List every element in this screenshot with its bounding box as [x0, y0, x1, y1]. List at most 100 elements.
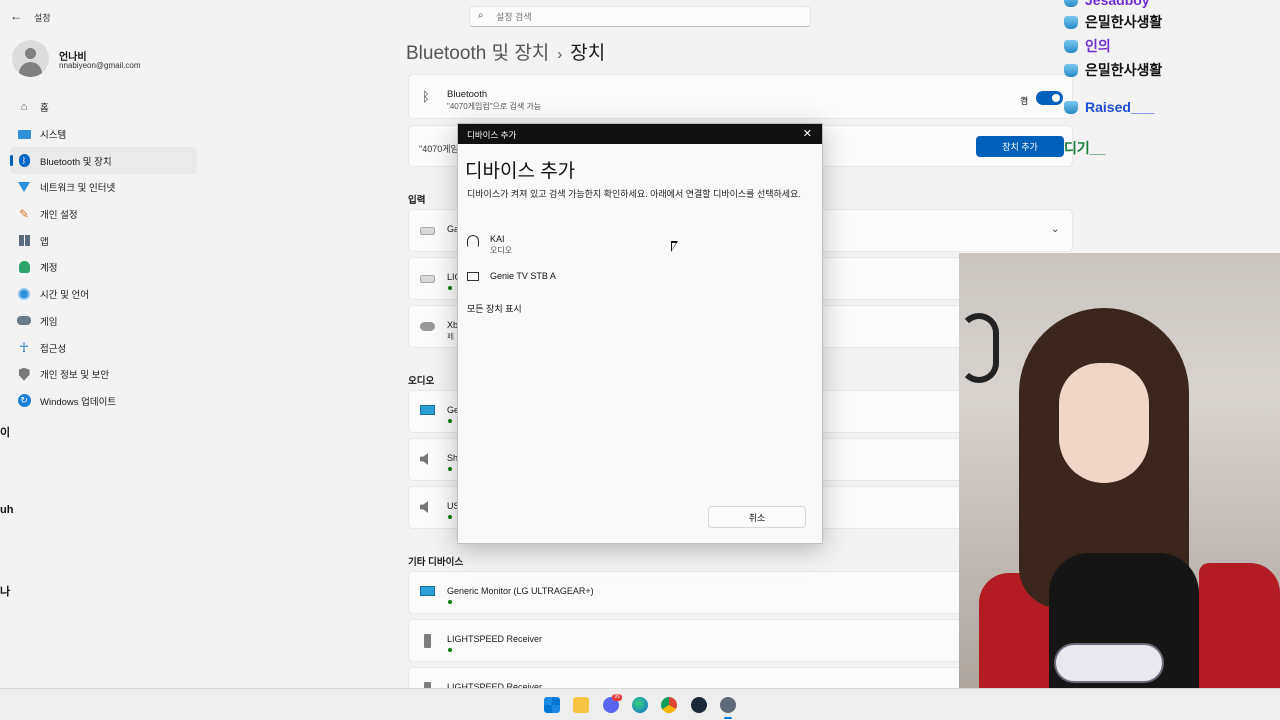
speaker-icon [420, 501, 428, 513]
steam-icon[interactable] [691, 697, 707, 713]
keyboard-icon [420, 275, 435, 283]
dialog-description: 디바이스가 켜져 있고 검색 가능한지 확인하세요. 아래에서 연결할 디바이스… [467, 189, 801, 199]
app-title: 설정 [34, 13, 51, 23]
gamepad-icon [17, 314, 31, 328]
system-icon [17, 127, 31, 141]
search-box[interactable]: ⌕ [469, 6, 811, 27]
search-input[interactable] [496, 12, 796, 22]
sidebar-item-time-language[interactable]: 시간 및 언어 [10, 281, 197, 308]
breadcrumb-parent[interactable]: Bluetooth 및 장치 [406, 43, 549, 64]
monitor-icon [420, 405, 435, 415]
apps-icon [17, 234, 31, 248]
chrome-icon[interactable] [661, 697, 677, 713]
section-heading-input: 입력 [408, 195, 426, 206]
chat-badge-icon [1064, 63, 1078, 77]
back-arrow-icon[interactable]: ← [10, 9, 24, 23]
chat-badge-icon [1064, 39, 1078, 53]
notification-badge: 99 [612, 694, 622, 701]
connected-status-dot [448, 515, 452, 519]
chat-badge-icon [1064, 100, 1078, 114]
bluetooth-title: Bluetooth [447, 89, 488, 100]
dialog-titlebar-text: 디바이스 추가 [467, 130, 517, 140]
user-email: nnabiyeon@gmail.com [59, 61, 141, 70]
usb-receiver-icon [424, 634, 431, 648]
sidebar-item-accessibility[interactable]: ☥ 접근성 [10, 334, 197, 361]
update-icon: ↻ [17, 394, 31, 408]
cancel-button[interactable]: 취소 [708, 506, 806, 528]
device-name-text: "4070게임 [419, 144, 459, 154]
bluetooth-card: ᛒ Bluetooth "4070게임컴"으로 검색 가능 켬 [408, 74, 1073, 119]
sidebar-item-accounts[interactable]: 계정 [10, 254, 197, 281]
dialog-heading: 디바이스 추가 [465, 161, 576, 182]
taskbar: 99 [0, 688, 1280, 720]
breadcrumb: Bluetooth 및 장치 › 장치 [406, 38, 605, 65]
sidebar-item-windows-update[interactable]: ↻ Windows 업데이트 [10, 388, 197, 415]
bluetooth-icon: ᛒ [422, 89, 430, 104]
bluetooth-subtitle: "4070게임컴"으로 검색 가능 [447, 102, 542, 111]
sidebar-item-privacy[interactable]: 개인 정보 및 보안 [10, 361, 197, 388]
connected-status-dot [448, 419, 452, 423]
connected-status-dot [448, 467, 452, 471]
chat-line: 은밀한사생활 [1064, 60, 1162, 80]
settings-icon[interactable] [720, 697, 736, 713]
close-icon[interactable]: ✕ [803, 127, 812, 140]
chat-line: Raised___ [1064, 99, 1154, 115]
connected-status-dot [448, 286, 452, 290]
section-heading-other: 기타 디바이스 [408, 557, 464, 568]
start-icon[interactable] [544, 697, 560, 713]
account-icon [17, 260, 31, 274]
show-all-devices-link[interactable]: 모든 장치 표시 [467, 302, 522, 315]
sidebar-nav: ⌂ 홈 시스템 ᛒ Bluetooth 및 장치 네트워크 및 인터넷 ✎ 개인 설정… [10, 94, 197, 414]
home-icon: ⌂ [20, 101, 28, 114]
shield-icon [17, 367, 31, 381]
monitor-icon [420, 586, 435, 596]
active-app-indicator [724, 717, 732, 719]
globe-clock-icon [17, 287, 31, 301]
sidebar-item-personalization[interactable]: ✎ 개인 설정 [10, 201, 197, 228]
file-explorer-icon[interactable] [573, 697, 589, 713]
dialog-titlebar: 디바이스 추가 ✕ [458, 124, 822, 144]
discovered-device-item[interactable]: KAI 오디오 [458, 227, 822, 257]
chevron-right-icon: › [557, 46, 563, 63]
game-controller-image [1054, 643, 1164, 683]
page-title: 장치 [570, 43, 606, 64]
sidebar-item-bluetooth[interactable]: ᛒ Bluetooth 및 장치 [10, 147, 197, 175]
sidebar-item-apps[interactable]: 앱 [10, 227, 197, 254]
avatar[interactable] [12, 40, 49, 77]
network-icon [17, 180, 31, 194]
headset-icon [467, 235, 479, 247]
mouse-cursor-icon [671, 241, 678, 252]
gamepad-icon [420, 322, 435, 331]
webcam-overlay [959, 253, 1280, 720]
connected-status-dot [448, 600, 452, 604]
accessibility-icon: ☥ [19, 339, 29, 355]
add-device-button[interactable]: 장치 추가 [976, 136, 1064, 157]
add-device-dialog: 디바이스 추가 ✕ 디바이스 추가 디바이스가 켜져 있고 검색 가능한지 확인… [457, 123, 823, 544]
chevron-down-icon[interactable]: ⌄ [1051, 224, 1059, 235]
sidebar-item-system[interactable]: 시스템 [10, 121, 197, 148]
tv-icon [467, 272, 479, 281]
section-heading-audio: 오디오 [408, 376, 435, 387]
chat-line: 디기__ [1064, 140, 1106, 156]
keyboard-icon [420, 227, 435, 235]
connected-status-dot [448, 648, 452, 652]
chat-line: 은밀한사생활 [1064, 12, 1162, 32]
sidebar-item-network[interactable]: 네트워크 및 인터넷 [10, 174, 197, 201]
discovered-device-item[interactable]: Genie TV STB A [458, 264, 822, 294]
chat-line: 인의 [1064, 36, 1111, 56]
edge-icon[interactable] [632, 697, 648, 713]
stream-side-glyph: uh [0, 504, 14, 516]
speaker-icon [420, 453, 428, 465]
search-icon: ⌕ [478, 10, 484, 21]
brush-icon: ✎ [18, 207, 30, 222]
chat-badge-icon [1064, 15, 1078, 29]
chat-badge-icon [1064, 0, 1078, 7]
toggle-label: 켬 [1020, 96, 1029, 106]
stream-chat-overlay: Jesadboy 은밀한사생활 인의 은밀한사생활 Raised___ 디기__ [1064, 0, 1280, 160]
sidebar-item-gaming[interactable]: 게임 [10, 308, 197, 335]
chat-line: Jesadboy [1064, 0, 1150, 8]
bluetooth-toggle[interactable] [1036, 91, 1063, 105]
sidebar-item-home[interactable]: ⌂ 홈 [10, 94, 197, 121]
bluetooth-icon: ᛒ [17, 154, 31, 168]
stream-side-glyph: 나 [0, 586, 11, 598]
